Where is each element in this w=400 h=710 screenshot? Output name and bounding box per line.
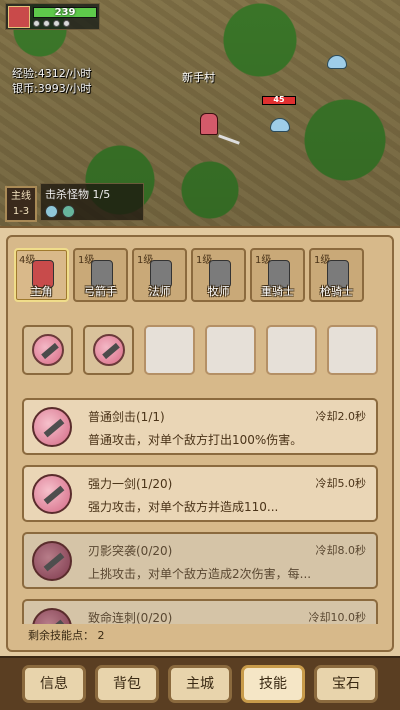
status-pips	[33, 20, 70, 27]
equipped-skill-slots	[22, 325, 378, 375]
sword-skill-icon	[32, 407, 72, 447]
hero-tab-archer[interactable]: 1级 弓箭手	[73, 248, 128, 302]
exp-rate: 经验:4312/小时	[12, 67, 92, 80]
skill-cooldown: 冷却2.0秒	[315, 410, 367, 423]
player-character	[200, 113, 218, 135]
skill-card-locked[interactable]: 致命连刺(0/20) 冷却10.0秒	[22, 599, 378, 624]
skill-card[interactable]: 强力一剑(1/20) 冷却5.0秒 强力攻击，对单个敌方并造成110...	[22, 465, 378, 522]
skill-slot[interactable]	[22, 325, 73, 375]
hero-name: 主角	[30, 285, 53, 298]
quest-tracker[interactable]: 击杀怪物 1/5	[40, 183, 144, 221]
skill-desc: 普通攻击，对单个敌方打出100%伤害。	[88, 433, 303, 447]
slime-enemy[interactable]	[270, 118, 290, 132]
sword-skill-icon	[32, 334, 64, 366]
stage-value: 1-3	[12, 206, 30, 217]
nav-info-button[interactable]: 信息	[22, 665, 86, 703]
skill-title: 刃影突袭(0/20)	[88, 544, 173, 558]
skill-desc: 强力攻击，对单个敌方并造成110...	[88, 500, 279, 514]
bottom-nav: 信息 背包 主城 技能 宝石	[0, 656, 400, 710]
skill-cooldown: 冷却5.0秒	[315, 477, 367, 490]
nav-city-button[interactable]: 主城	[168, 665, 232, 703]
slime-enemy[interactable]	[327, 55, 347, 69]
hero-name: 重骑士	[261, 285, 294, 298]
skill-list-viewport[interactable]: 普通剑击(1/1) 冷却2.0秒 普通攻击，对单个敌方打出100%伤害。 强力一…	[22, 398, 378, 624]
status-pip	[63, 20, 70, 27]
stage-label: 主线	[11, 191, 31, 202]
skill-slot-empty[interactable]	[144, 325, 195, 375]
hero-name: 枪骑士	[320, 285, 353, 298]
sword-skill-icon	[32, 608, 72, 624]
status-pip	[33, 20, 40, 27]
skill-slot-empty[interactable]	[327, 325, 378, 375]
player-avatar	[8, 6, 30, 28]
enemy-hp-text: 45	[273, 95, 285, 104]
hero-tab-lancer[interactable]: 1级 枪骑士	[309, 248, 364, 302]
nav-bag-button[interactable]: 背包	[95, 665, 159, 703]
nav-skills-button[interactable]: 技能	[241, 665, 305, 703]
sword-skill-icon	[93, 334, 125, 366]
skill-card[interactable]: 普通剑击(1/1) 冷却2.0秒 普通攻击，对单个敌方打出100%伤害。	[22, 398, 378, 455]
skill-slot-empty[interactable]	[266, 325, 317, 375]
skill-cooldown: 冷却8.0秒	[315, 544, 367, 557]
hero-tab-heavy-knight[interactable]: 1级 重骑士	[250, 248, 305, 302]
hp-text: 239	[54, 7, 76, 18]
hero-tab-mage[interactable]: 1级 法师	[132, 248, 187, 302]
player-status[interactable]: 239	[5, 3, 100, 30]
skill-card-locked[interactable]: 刃影突袭(0/20) 冷却8.0秒 上挑攻击，对单个敌方造成2次伤害，每...	[22, 532, 378, 589]
quest-text: 击杀怪物	[45, 188, 89, 201]
hero-name: 法师	[148, 285, 171, 298]
skill-slot[interactable]	[83, 325, 134, 375]
sword-skill-icon	[32, 541, 72, 581]
skill-title: 普通剑击(1/1)	[88, 410, 165, 424]
skill-title: 强力一剑(1/20)	[88, 477, 173, 491]
status-pip	[43, 20, 50, 27]
skill-cooldown: 冷却10.0秒	[308, 611, 367, 624]
hero-name: 弓箭手	[84, 285, 117, 298]
nav-gems-button[interactable]: 宝石	[314, 665, 378, 703]
quest-reward-icon	[62, 205, 75, 218]
skill-title: 致命连刺(0/20)	[88, 611, 173, 624]
income-rates: 经验:4312/小时 银币:3993/小时	[12, 66, 91, 96]
village-label: 新手村	[182, 71, 215, 84]
status-pip	[53, 20, 60, 27]
hero-name: 牧师	[207, 285, 230, 298]
silver-rate: 银币:3993/小时	[12, 82, 92, 95]
hero-tab-protagonist[interactable]: 4级 主角	[14, 248, 69, 302]
remaining-skill-points: 剩余技能点： 2	[28, 629, 105, 642]
skill-slot-empty[interactable]	[205, 325, 256, 375]
stage-indicator[interactable]: 主线 1-3	[5, 186, 37, 222]
hero-tab-priest[interactable]: 1级 牧师	[191, 248, 246, 302]
hero-selector: 4级 主角 1级 弓箭手 1级 法师 1级 牧师 1级 重骑士 1级 枪骑士	[14, 248, 364, 302]
hp-bar: 239	[33, 7, 97, 18]
enemy-hp-bar: 45	[262, 95, 296, 105]
skill-desc: 上挑攻击，对单个敌方造成2次伤害，每...	[88, 567, 312, 581]
sword-skill-icon	[32, 474, 72, 514]
quest-reward-icon	[45, 205, 58, 218]
quest-progress: 1/5	[92, 188, 111, 201]
